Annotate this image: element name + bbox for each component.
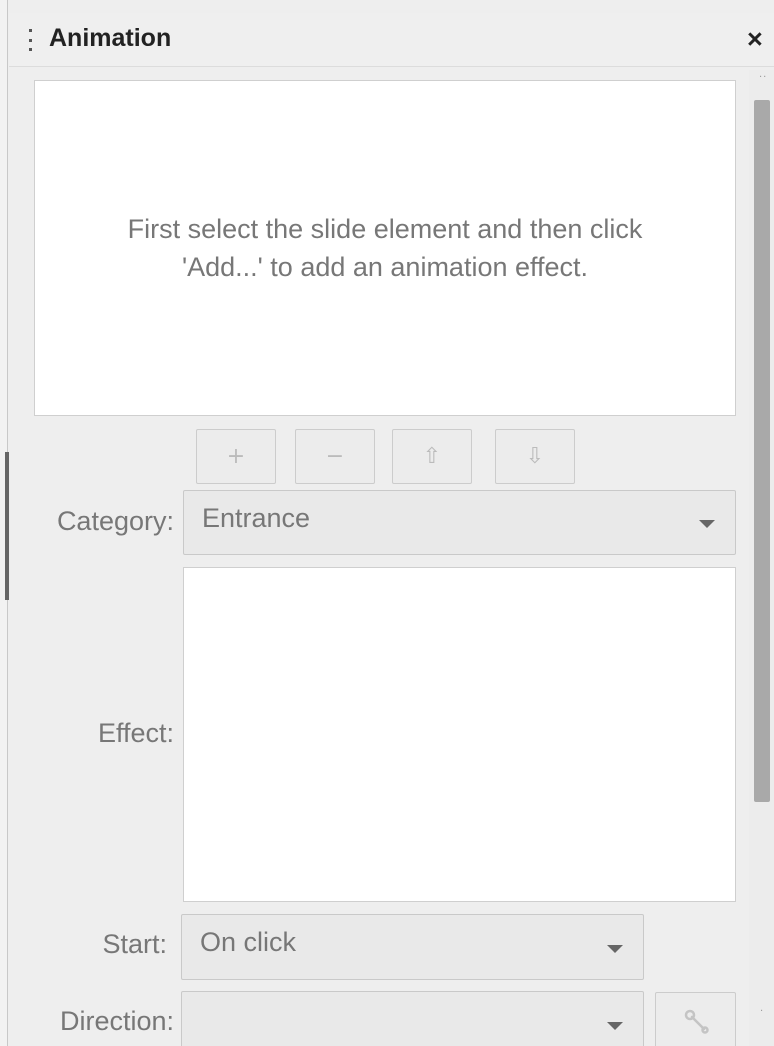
add-effect-button[interactable]: + [196,429,276,484]
effect-label: Effect: [97,718,174,748]
category-label: Category: [56,506,174,536]
splitter-grip[interactable] [5,452,9,600]
plus-icon: + [226,444,246,469]
direction-label: Direction: [59,1006,174,1036]
effect-options-button[interactable] [655,992,736,1046]
drag-handle-icon[interactable] [29,29,32,51]
scrollbar-top-grip: ·· [759,72,768,83]
panel-title: Animation [49,24,172,52]
scrollbar-bottom-grip: · [760,1006,764,1017]
wrench-icon [684,1009,709,1034]
remove-effect-button[interactable]: − [295,429,375,484]
animation-list[interactable]: First select the slide element and then … [34,80,736,416]
animation-sidebar: Animation × ·· · First select the slide … [0,0,774,1046]
hint-line-2: 'Add...' to add an animation effect. [181,252,589,282]
minus-icon: − [325,444,345,469]
start-select[interactable]: On click [181,914,644,980]
move-up-button[interactable]: ⇧ [392,429,472,484]
move-down-button[interactable]: ⇩ [495,429,575,484]
start-label: Start: [102,929,167,959]
scrollbar-thumb[interactable] [754,100,770,802]
category-select[interactable]: Entrance [183,490,736,555]
category-value: Entrance [202,503,311,533]
start-value: On click [200,927,297,957]
hint-line-1: First select the slide element and then … [127,214,643,244]
animation-list-hint: First select the slide element and then … [128,210,643,286]
arrow-down-icon: ⇩ [525,444,545,469]
chevron-down-icon [607,1022,623,1030]
direction-select[interactable] [181,991,644,1046]
arrow-up-icon: ⇧ [422,444,442,469]
close-icon[interactable]: × [747,26,763,53]
chevron-down-icon [607,945,623,953]
chevron-down-icon [699,520,715,528]
effect-list[interactable] [183,567,736,902]
